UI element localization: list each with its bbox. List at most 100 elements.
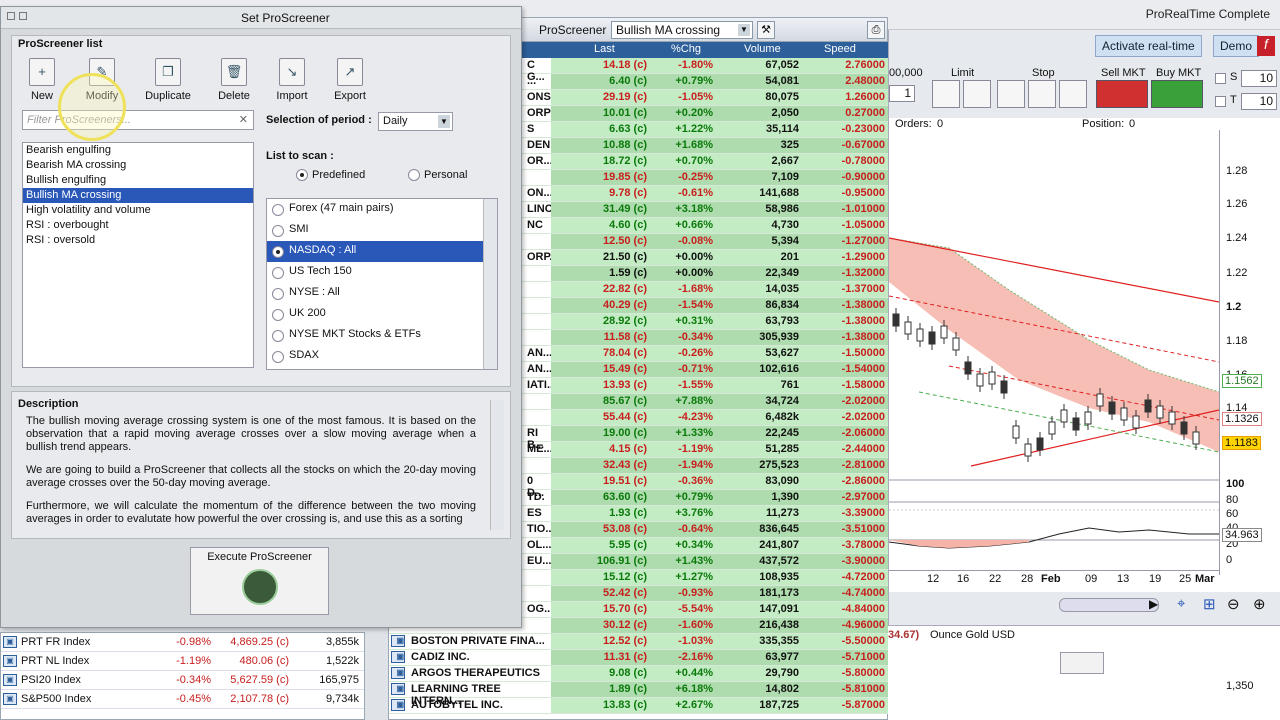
- zoom-out-icon[interactable]: ⊖: [1227, 595, 1240, 613]
- execute-proscreener-button[interactable]: Execute ProScreener: [190, 547, 329, 615]
- scan-radio[interactable]: [272, 246, 284, 258]
- s-checkbox[interactable]: [1215, 73, 1226, 84]
- table-row[interactable]: ▣ AUTOBYTEL INC. 13.83 (c) +2.67% 187,725 -5.…: [389, 698, 889, 714]
- scroll-right-icon[interactable]: ▶: [1149, 597, 1158, 611]
- t-checkbox[interactable]: [1215, 96, 1226, 107]
- row-last: 6.63 (c): [551, 122, 651, 137]
- description-panel: Description The bullish moving average c…: [11, 391, 511, 539]
- zoom-fit-icon[interactable]: ⊞: [1203, 595, 1216, 613]
- scan-radio[interactable]: [272, 267, 284, 279]
- scan-item[interactable]: Forex (47 main pairs): [267, 199, 497, 220]
- close-icon[interactable]: [7, 12, 15, 20]
- scan-item[interactable]: NASDAQ : All: [267, 241, 497, 262]
- period-select[interactable]: Daily ▼: [378, 112, 453, 131]
- order-extra-button[interactable]: [1059, 80, 1087, 108]
- import-button[interactable]: ↘ Import: [264, 58, 320, 108]
- stop-sell-button[interactable]: [997, 80, 1025, 108]
- col-last[interactable]: Last: [594, 43, 615, 55]
- cursor-highlight: [58, 73, 126, 141]
- table-row[interactable]: ▣ BOSTON PRIVATE FINA... 12.52 (c) -1.03% 33…: [389, 634, 889, 650]
- row-chg: +1.68%: [651, 138, 717, 153]
- col-chg[interactable]: %Chg: [671, 43, 701, 55]
- row-chg: -5.54%: [651, 602, 717, 617]
- candle-body: [1060, 409, 1068, 423]
- description-title: Description: [18, 398, 79, 410]
- screener-item[interactable]: Bullish engulfing: [23, 173, 253, 188]
- scan-radio[interactable]: [272, 351, 284, 363]
- personal-radio[interactable]: [408, 169, 420, 181]
- row-last: 1.59 (c): [551, 266, 651, 281]
- scan-list-scrollbar[interactable]: [483, 199, 497, 369]
- screener-item[interactable]: Bullish MA crossing: [23, 188, 253, 203]
- zoom-in-icon[interactable]: ⊕: [1253, 595, 1266, 613]
- filter-input[interactable]: Filter ProScreeners... ✕: [22, 110, 254, 130]
- row-last: 1.89 (c): [551, 682, 651, 697]
- table-row[interactable]: ▣ ARGOS THERAPEUTICS 9.08 (c) +0.44% 29,790-…: [389, 666, 889, 682]
- screener-item[interactable]: High volatility and volume: [23, 203, 253, 218]
- price-chart[interactable]: [888, 130, 1220, 575]
- row-volume: 58,986: [717, 202, 803, 217]
- export-button[interactable]: ↗ Export: [322, 58, 378, 108]
- index-row[interactable]: ▣ PRT FR Index -0.98% 4,869.25 (c) 3,855k: [1, 633, 364, 652]
- limit-buy-button[interactable]: [963, 80, 991, 108]
- scan-item[interactable]: NYSE : All: [267, 283, 497, 304]
- screener-select[interactable]: Bullish MA crossing ▼: [611, 21, 753, 39]
- scan-item[interactable]: US Tech 150: [267, 262, 497, 283]
- activate-realtime-button[interactable]: Activate real-time: [1095, 35, 1202, 57]
- screener-item[interactable]: Bearish engulfing: [23, 143, 253, 158]
- scan-radio[interactable]: [272, 204, 284, 216]
- chart-type-button[interactable]: [1060, 652, 1104, 674]
- index-row[interactable]: ▣ PSI20 Index -0.34% 5,627.59 (c) 165,975: [1, 671, 364, 690]
- scan-item[interactable]: NYSE MKT Stocks & ETFs: [267, 325, 497, 346]
- chart-scroll-thumb[interactable]: [1059, 598, 1159, 612]
- scan-radio[interactable]: [272, 225, 284, 237]
- row-speed: -2.06000: [803, 426, 889, 441]
- screener-item[interactable]: RSI : overbought: [23, 218, 253, 233]
- col-volume[interactable]: Volume: [744, 43, 781, 55]
- scan-item[interactable]: SMI: [267, 220, 497, 241]
- scan-item[interactable]: SDAX: [267, 346, 497, 367]
- duplicate-button[interactable]: ❐ Duplicate: [140, 58, 196, 108]
- demo-button[interactable]: Demo: [1213, 35, 1260, 57]
- t-input[interactable]: 10: [1241, 93, 1277, 110]
- buy-mkt-button[interactable]: [1151, 80, 1203, 108]
- y-tick-label: 1.22: [1226, 267, 1248, 279]
- s-input[interactable]: 10: [1241, 70, 1277, 87]
- candle-body: [892, 313, 900, 327]
- scan-radio[interactable]: [272, 309, 284, 321]
- screener-item[interactable]: RSI : oversold: [23, 233, 253, 248]
- stop-buy-button[interactable]: [1028, 80, 1056, 108]
- scan-item[interactable]: UK 200: [267, 304, 497, 325]
- trash-icon: 🗑: [221, 58, 247, 86]
- delete-button[interactable]: 🗑 Delete: [206, 58, 262, 108]
- description-scrollbar[interactable]: [490, 400, 504, 530]
- stop-label: Stop: [1032, 67, 1055, 79]
- sell-mkt-button[interactable]: [1096, 80, 1148, 108]
- candle-body: [1096, 393, 1104, 407]
- row-chg: -0.93%: [651, 586, 717, 601]
- indicator-fill: [889, 540, 1029, 548]
- candle-body: [1120, 407, 1128, 421]
- row-last: 29.19 (c): [551, 90, 651, 105]
- row-volume: 187,725: [717, 698, 803, 713]
- minimize-icon[interactable]: [19, 12, 27, 20]
- predefined-radio[interactable]: [296, 169, 308, 181]
- index-row[interactable]: ▣ PRT NL Index -1.19% 480.06 (c) 1,522k: [1, 652, 364, 671]
- table-row[interactable]: ▣ CADIZ INC. 11.31 (c) -2.16% 63,977 -5.71000: [389, 650, 889, 666]
- scan-radio[interactable]: [272, 288, 284, 300]
- row-chg: +0.00%: [651, 250, 717, 265]
- wrench-icon[interactable]: ⚒: [757, 21, 775, 39]
- candle-body: [1168, 411, 1176, 425]
- scan-radio[interactable]: [272, 330, 284, 342]
- index-row[interactable]: ▣ S&P500 Index -0.45% 2,107.78 (c) 9,734k: [1, 690, 364, 709]
- table-row[interactable]: ▣ LEARNING TREE INTERN... 1.89 (c) +6.18% 14…: [389, 682, 889, 707]
- clear-icon[interactable]: ✕: [239, 113, 248, 126]
- screener-item[interactable]: Bearish MA crossing: [23, 158, 253, 173]
- crosshair-icon[interactable]: ⌖: [1177, 595, 1185, 612]
- print-icon[interactable]: ⎙: [867, 21, 885, 39]
- limit-sell-button[interactable]: [932, 80, 960, 108]
- col-speed[interactable]: Speed: [824, 43, 856, 55]
- row-speed: -1.05000: [803, 218, 889, 233]
- row-last: 4.60 (c): [551, 218, 651, 233]
- quantity-input[interactable]: 1: [889, 85, 915, 102]
